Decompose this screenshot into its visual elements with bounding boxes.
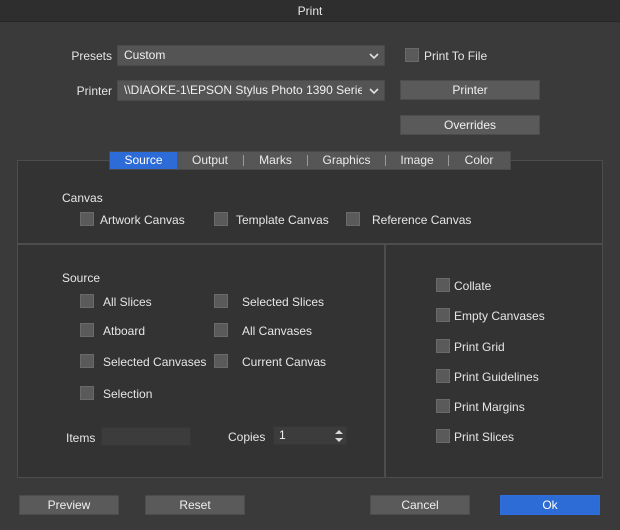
ok-button[interactable]: Ok bbox=[500, 495, 600, 515]
print-slices-checkbox[interactable] bbox=[436, 429, 450, 443]
selected-canvases-checkbox[interactable] bbox=[80, 354, 94, 368]
all-slices-label[interactable]: All Slices bbox=[103, 295, 152, 309]
print-to-file-label[interactable]: Print To File bbox=[424, 49, 487, 63]
cancel-button[interactable]: Cancel bbox=[370, 495, 470, 515]
empty-canvases-checkbox[interactable] bbox=[436, 308, 450, 322]
current-canvas-checkbox[interactable] bbox=[214, 354, 228, 368]
all-slices-checkbox[interactable] bbox=[80, 294, 94, 308]
tab-marks[interactable]: Marks bbox=[244, 152, 307, 169]
collate-label[interactable]: Collate bbox=[454, 279, 491, 293]
atboard-checkbox[interactable] bbox=[80, 323, 94, 337]
print-to-file-checkbox[interactable] bbox=[405, 48, 419, 62]
selected-slices-checkbox[interactable] bbox=[214, 294, 228, 308]
presets-label: Presets bbox=[71, 49, 112, 63]
canvas-panel bbox=[17, 160, 603, 244]
tab-source[interactable]: Source bbox=[110, 152, 177, 169]
all-canvases-label[interactable]: All Canvases bbox=[242, 324, 312, 338]
template-canvas-checkbox[interactable] bbox=[214, 212, 228, 226]
reference-canvas-checkbox[interactable] bbox=[346, 212, 360, 226]
print-grid-label[interactable]: Print Grid bbox=[454, 340, 505, 354]
print-slices-label[interactable]: Print Slices bbox=[454, 430, 514, 444]
print-guidelines-label[interactable]: Print Guidelines bbox=[454, 370, 539, 384]
printer-value: \\DIAOKE-1\EPSON Stylus Photo 1390 Serie… bbox=[124, 83, 362, 97]
presets-select[interactable]: Custom bbox=[117, 45, 385, 66]
presets-value: Custom bbox=[124, 48, 166, 62]
tab-graphics[interactable]: Graphics bbox=[308, 152, 385, 169]
chevron-down-icon bbox=[369, 88, 379, 95]
printer-label: Printer bbox=[76, 84, 112, 98]
print-guidelines-checkbox[interactable] bbox=[436, 369, 450, 383]
current-canvas-label[interactable]: Current Canvas bbox=[242, 355, 326, 369]
print-grid-checkbox[interactable] bbox=[436, 339, 450, 353]
selected-slices-label[interactable]: Selected Slices bbox=[242, 295, 324, 309]
printer-select[interactable]: \\DIAOKE-1\EPSON Stylus Photo 1390 Serie… bbox=[117, 80, 385, 101]
source-heading: Source bbox=[62, 271, 101, 285]
tab-color[interactable]: Color bbox=[449, 152, 509, 169]
collate-checkbox[interactable] bbox=[436, 278, 450, 292]
copies-label: Copies bbox=[228, 430, 266, 444]
artwork-canvas-label[interactable]: Artwork Canvas bbox=[100, 213, 185, 227]
chevron-down-icon bbox=[369, 53, 379, 60]
tab-bar: Source Output Marks Graphics Image Color bbox=[109, 151, 511, 170]
tab-output[interactable]: Output bbox=[177, 152, 243, 169]
all-canvases-checkbox[interactable] bbox=[214, 323, 228, 337]
overrides-button[interactable]: Overrides bbox=[400, 115, 540, 135]
empty-canvases-label[interactable]: Empty Canvases bbox=[454, 309, 545, 323]
artwork-canvas-checkbox[interactable] bbox=[80, 212, 94, 226]
atboard-label[interactable]: Atboard bbox=[103, 324, 145, 338]
selection-checkbox[interactable] bbox=[80, 386, 94, 400]
copies-stepper[interactable]: 1 bbox=[273, 426, 347, 445]
template-canvas-label[interactable]: Template Canvas bbox=[236, 213, 329, 227]
items-label: Items bbox=[66, 431, 96, 445]
printer-button[interactable]: Printer bbox=[400, 80, 540, 100]
copies-value: 1 bbox=[279, 428, 286, 442]
selected-canvases-label[interactable]: Selected Canvases bbox=[103, 355, 206, 369]
stepper-arrows-icon[interactable] bbox=[334, 428, 344, 444]
window-title: Print bbox=[0, 0, 620, 22]
print-margins-label[interactable]: Print Margins bbox=[454, 400, 525, 414]
selection-label[interactable]: Selection bbox=[103, 387, 152, 401]
preview-button[interactable]: Preview bbox=[19, 495, 119, 515]
reference-canvas-label[interactable]: Reference Canvas bbox=[372, 213, 471, 227]
canvas-heading: Canvas bbox=[62, 191, 103, 205]
items-input[interactable] bbox=[101, 427, 191, 446]
tab-image[interactable]: Image bbox=[386, 152, 448, 169]
reset-button[interactable]: Reset bbox=[145, 495, 245, 515]
print-margins-checkbox[interactable] bbox=[436, 399, 450, 413]
